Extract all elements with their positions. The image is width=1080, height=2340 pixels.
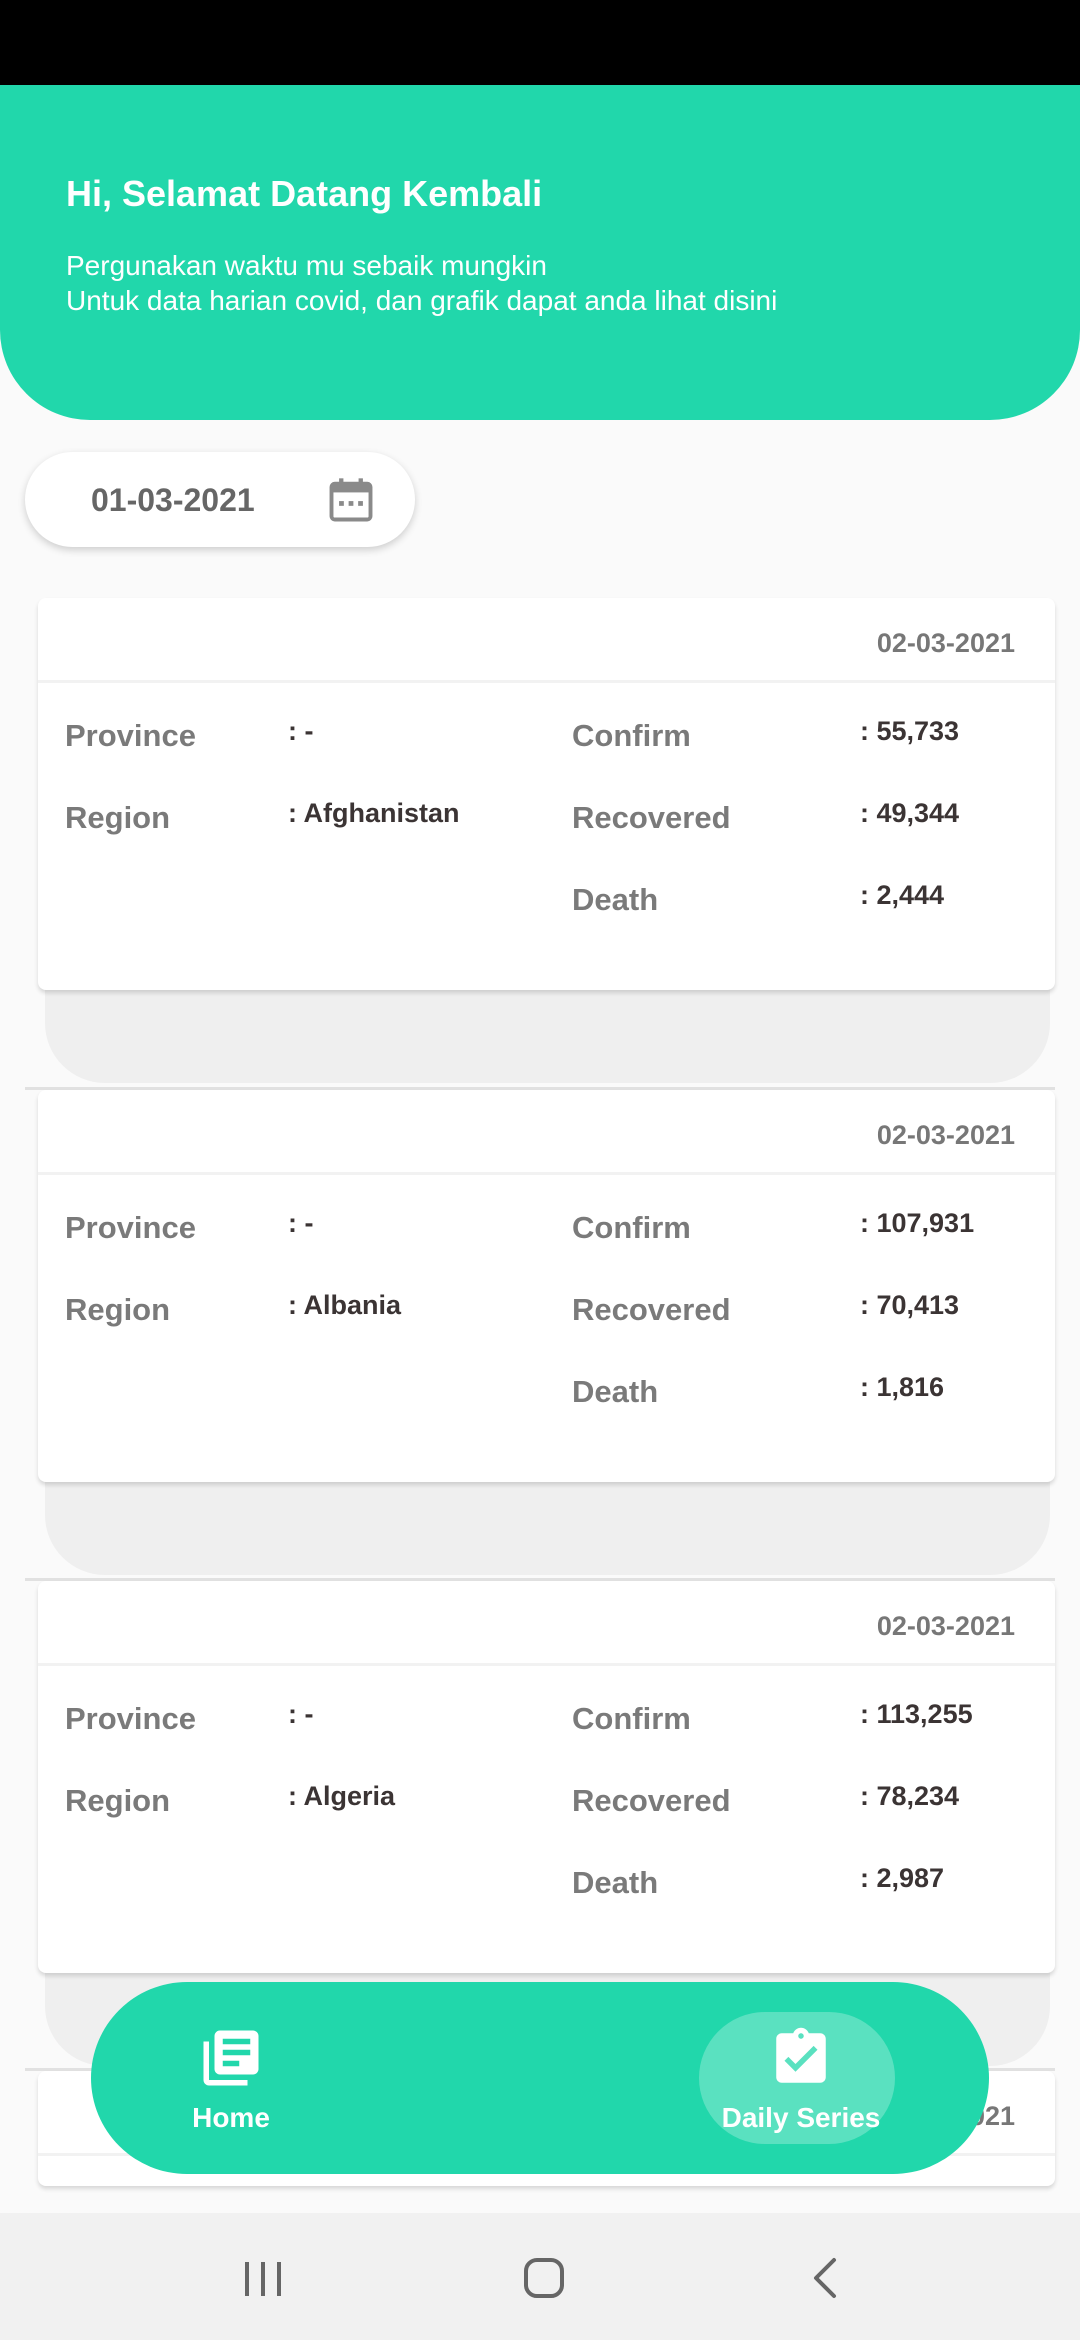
card-body: 02-03-2021 Province : - Region : Algeria… bbox=[38, 1581, 1055, 1973]
calendar-icon[interactable] bbox=[325, 474, 377, 526]
card-date: 02-03-2021 bbox=[876, 1120, 1015, 1150]
home-icon[interactable] bbox=[509, 2248, 579, 2308]
death-value: : 1,816 bbox=[860, 1372, 945, 1402]
recovered-value: : 78,234 bbox=[860, 1781, 960, 1811]
system-navigation-bar bbox=[0, 2213, 1080, 2340]
recovered-label: Recovered bbox=[572, 1292, 731, 1327]
death-label: Death bbox=[572, 882, 659, 917]
bottom-navigation: Home Daily Series bbox=[91, 1982, 989, 2174]
nav-home[interactable]: Home bbox=[151, 1982, 311, 2174]
province-label: Province bbox=[65, 1210, 196, 1245]
data-card[interactable]: 02-03-2021 Province : - Region : Afghani… bbox=[25, 598, 1055, 1088]
recovered-value: : 70,413 bbox=[860, 1290, 960, 1320]
nav-daily-series[interactable]: Daily Series bbox=[701, 1982, 901, 2174]
confirm-value: : 55,733 bbox=[860, 716, 960, 746]
region-label: Region bbox=[65, 1783, 171, 1818]
recovered-label: Recovered bbox=[572, 800, 731, 835]
confirm-value: : 107,931 bbox=[860, 1208, 975, 1238]
province-value: : - bbox=[288, 1699, 314, 1729]
data-card[interactable]: 02-03-2021 Province : - Region : Albania… bbox=[25, 1090, 1055, 1580]
card-header: 02-03-2021 bbox=[38, 598, 1055, 683]
welcome-subtitle: Pergunakan waktu mu sebaik mungkin Untuk… bbox=[66, 248, 777, 318]
death-value: : 2,987 bbox=[860, 1863, 945, 1893]
recovered-value: : 49,344 bbox=[860, 798, 960, 828]
card-body: 02-03-2021 Province : - Region : Albania… bbox=[38, 1090, 1055, 1482]
province-value: : - bbox=[288, 1208, 314, 1238]
confirm-value: : 113,255 bbox=[860, 1699, 973, 1729]
card-shadow bbox=[45, 1480, 1050, 1575]
card-header: 02-03-2021 bbox=[38, 1581, 1055, 1666]
card-shadow bbox=[45, 988, 1050, 1083]
date-picker-value: 01-03-2021 bbox=[91, 482, 255, 518]
region-value: : Albania bbox=[288, 1290, 402, 1320]
date-picker[interactable]: 01-03-2021 bbox=[25, 452, 415, 547]
welcome-header: Hi, Selamat Datang Kembali Pergunakan wa… bbox=[0, 85, 1080, 420]
recovered-label: Recovered bbox=[572, 1783, 731, 1818]
library-icon bbox=[203, 2030, 259, 2086]
confirm-label: Confirm bbox=[572, 1210, 691, 1245]
welcome-subtitle-line2: Untuk data harian covid, dan grafik dapa… bbox=[66, 285, 778, 316]
confirm-label: Confirm bbox=[572, 1701, 691, 1736]
region-label: Region bbox=[65, 1292, 171, 1327]
nav-home-label: Home bbox=[192, 2102, 270, 2133]
death-label: Death bbox=[572, 1374, 659, 1409]
region-value: : Afghanistan bbox=[288, 798, 460, 828]
confirm-label: Confirm bbox=[572, 718, 691, 753]
province-label: Province bbox=[65, 1701, 196, 1736]
welcome-subtitle-line1: Pergunakan waktu mu sebaik mungkin bbox=[66, 250, 547, 281]
recent-apps-icon[interactable] bbox=[228, 2248, 298, 2308]
card-date: 02-03-2021 bbox=[876, 1611, 1015, 1641]
province-value: : - bbox=[288, 716, 314, 746]
back-icon[interactable] bbox=[790, 2248, 860, 2308]
region-value: : Algeria bbox=[288, 1781, 396, 1811]
card-body: 02-03-2021 Province : - Region : Afghani… bbox=[38, 598, 1055, 990]
card-header: 02-03-2021 bbox=[38, 1090, 1055, 1175]
clipboard-check-icon bbox=[776, 2027, 826, 2083]
province-label: Province bbox=[65, 718, 196, 753]
status-bar bbox=[0, 0, 1080, 85]
region-label: Region bbox=[65, 800, 171, 835]
nav-daily-label: Daily Series bbox=[721, 2102, 881, 2133]
death-label: Death bbox=[572, 1865, 659, 1900]
death-value: : 2,444 bbox=[860, 880, 945, 910]
welcome-title: Hi, Selamat Datang Kembali bbox=[66, 173, 543, 214]
card-date: 02-03-2021 bbox=[876, 628, 1015, 658]
